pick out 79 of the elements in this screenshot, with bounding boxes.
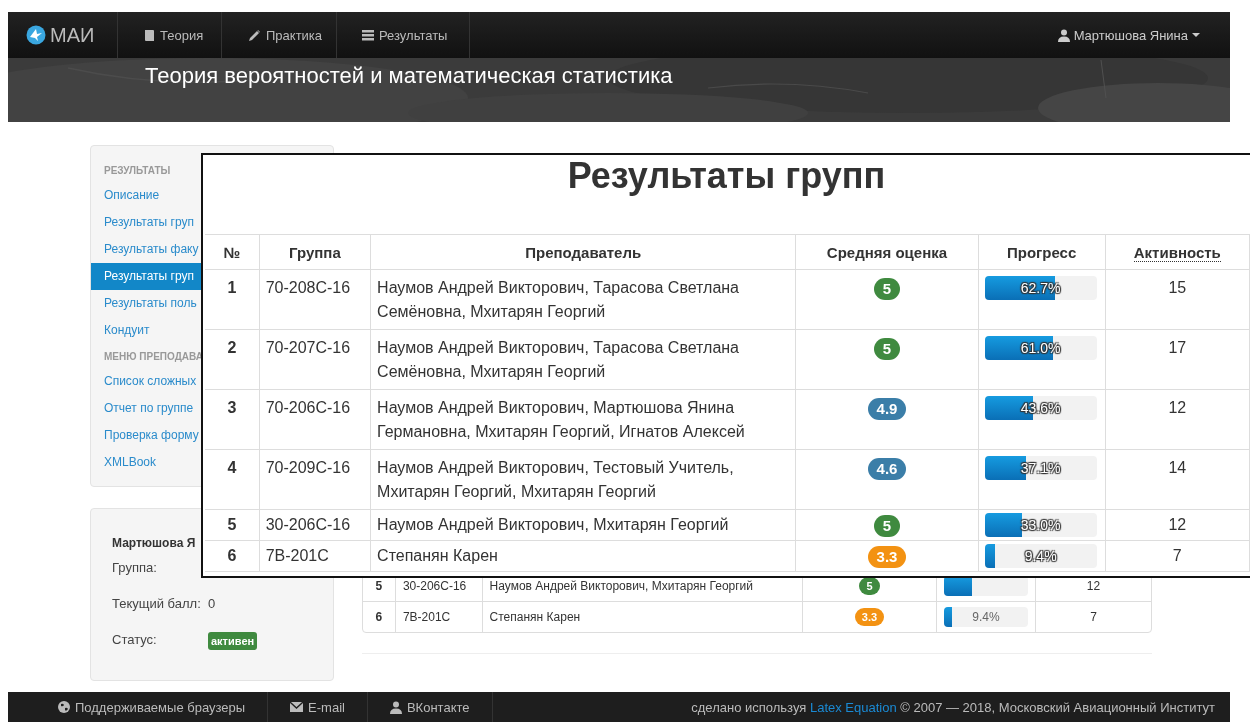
table-cell: 15 (1105, 269, 1250, 330)
field-label: Статус: (112, 632, 158, 647)
status-label: активен (208, 632, 258, 650)
grade-badge: 3.3 (867, 546, 907, 568)
sidebar-item[interactable]: Кондуит (91, 317, 201, 344)
field-label: Текущий балл: (112, 596, 202, 611)
section-heading: МЕНЮ ПРЕПОДАВА (103, 350, 201, 364)
table-cell: 70-207С-16 (259, 329, 371, 390)
sidebar-item[interactable]: Результаты факу (91, 236, 201, 263)
list-icon (362, 29, 374, 41)
progress-label: 9.4% (1023, 547, 1059, 566)
table-cell: 70-209С-16 (259, 449, 371, 510)
footer-link[interactable]: Поддерживаемые браузеры (8, 692, 269, 722)
table-cell: 1 (205, 269, 260, 330)
caret-icon (1192, 32, 1200, 38)
course-title: Теория вероятностей и математическая статистика (144, 62, 674, 90)
credit-link[interactable]: Latex Equation (809, 699, 897, 715)
table-cell: Наумов Андрей Викторович, Тарасова Светлана Семёновна, Мхитарян Георгий (370, 269, 796, 330)
table-cell: 6 (205, 540, 260, 572)
sidebar-item[interactable]: Список сложных (91, 368, 201, 395)
table-cell: Наумов Андрей Викторович, Тарасова Светлана Семёновна, Мхитарян Георгий (370, 329, 796, 390)
user-icon (1057, 28, 1070, 42)
table-cell: 17 (1105, 329, 1250, 390)
footer-link[interactable]: ВКонтакте (367, 692, 493, 722)
user-menu[interactable]: Мартюшова Янина (1057, 12, 1230, 58)
column-header: Прогресс (978, 234, 1106, 270)
grade-badge: 3.3 (854, 608, 885, 626)
table-cell: 14 (1105, 449, 1250, 510)
table-cell: 7 (1034, 601, 1151, 632)
column-header: Активность (1133, 243, 1221, 262)
grade-badge: 5 (873, 515, 901, 537)
table-cell: 7В-201С (394, 601, 482, 632)
sidebar-item[interactable]: Описание (91, 182, 201, 209)
column-header: № (205, 234, 260, 270)
column-header: Средняя оценка (795, 234, 979, 270)
table-title: Результаты групп (566, 155, 887, 196)
section-heading: РЕЗУЛЬТАТЫ (103, 164, 172, 178)
field-label: Группа: (112, 560, 158, 575)
table-cell: 4 (205, 449, 260, 510)
pencil-icon (248, 28, 261, 42)
credit-text: сделано используя Latex Equation © 2007 — 2018, Московский Авиационный Институт (691, 699, 1216, 715)
table-cell: 2 (205, 329, 260, 390)
table-cell: 6 (363, 601, 395, 632)
table-cell-text: 5 (374, 578, 384, 595)
table-cell: 7 (1105, 540, 1250, 572)
field-value: 0 (208, 596, 216, 611)
user-icon (389, 700, 402, 714)
table-cell: Наумов Андрей Викторович, Мхитарян Георгий (370, 509, 796, 541)
column-header: Группа (259, 234, 371, 270)
sidebar-item[interactable]: XMLBook (91, 449, 201, 476)
logo-icon (26, 25, 46, 45)
table-cell: 70-208С-16 (259, 269, 371, 330)
user-name: Мартюшова Я (112, 536, 197, 550)
table-cell: 12 (1105, 389, 1250, 450)
sidebar-item[interactable]: Проверка форму (91, 422, 201, 449)
grade-badge: 4.9 (867, 398, 907, 420)
table-cell: Степанян Карен (370, 540, 796, 572)
globe-icon (58, 701, 70, 713)
column-header: Преподаватель (370, 234, 796, 270)
footer-link[interactable]: E-mail (268, 692, 368, 722)
table-cell: 3 (205, 389, 260, 450)
grade-badge: 5 (873, 278, 901, 300)
table-cell: 12 (1105, 509, 1250, 541)
sidebar-item[interactable]: Результаты поль (91, 290, 201, 317)
table-cell: Наумов Андрей Викторович, Тестовый Учитель, Мхитарян Георгий, Мхитарян Георгий (370, 449, 796, 510)
table-cell: Наумов Андрей Викторович, Мартюшова Янина Германовна, Мхитарян Георгий, Игнатов Алексей (370, 389, 796, 450)
table-cell: 5 (205, 509, 260, 541)
table-cell: 7В-201С (259, 540, 371, 572)
table-cell: Степанян Карен (481, 601, 802, 632)
progress-label: 9.4% (971, 609, 1001, 626)
sidebar-item[interactable]: Результаты груп (91, 209, 201, 236)
book-icon (144, 28, 155, 42)
grade-badge: 5 (873, 338, 901, 360)
grade-badge: 4.6 (867, 458, 907, 480)
sidebar-item[interactable]: Результаты груп (91, 263, 201, 290)
table-cell: 70-206С-16 (259, 389, 371, 450)
table-cell: 30-206С-16 (259, 509, 371, 541)
envelope-icon (290, 702, 304, 712)
sidebar-item[interactable]: Отчет по группе (91, 395, 201, 422)
